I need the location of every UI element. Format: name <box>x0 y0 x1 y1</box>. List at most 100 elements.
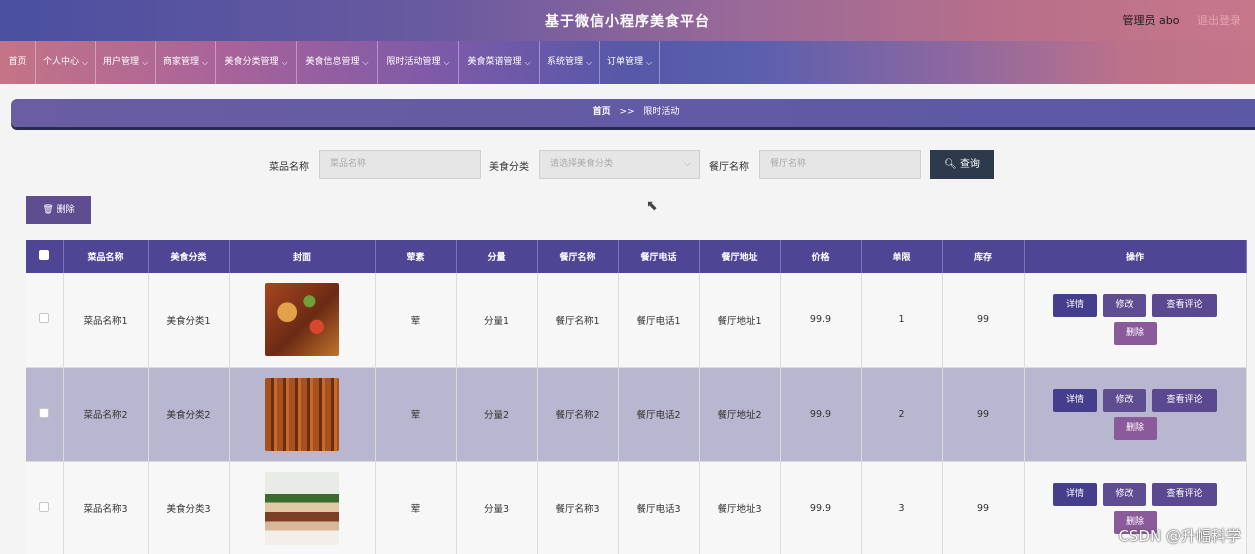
chevron-down-icon: ⌵ <box>81 58 89 67</box>
chevron-down-icon: ⌵ <box>281 58 288 67</box>
category-cell: 美食分类3 <box>148 461 230 554</box>
edit-button[interactable]: 修改 <box>1103 482 1146 506</box>
portion-cell: 分量2 <box>456 367 538 462</box>
restaurant-name-input[interactable]: 餐厅名称 <box>759 150 921 179</box>
column-header: 餐厅电话 <box>618 240 700 273</box>
limit-cell: 1 <box>861 273 943 368</box>
nav-item-recipes[interactable]: 美食菜谱管理 ⌵ <box>459 41 540 84</box>
top-header: 基于微信小程序美食平台 管理员 abo 退出登录 <box>0 0 1255 41</box>
search-button[interactable]: 🔍︎ 查询 <box>930 150 994 179</box>
logout-link[interactable]: 退出登录 <box>1197 14 1241 27</box>
column-header: 封面 <box>229 240 376 273</box>
row-select-cell <box>26 273 64 368</box>
table-row: 菜品名称3 美食分类3 荤 分量3 餐厅名称3 餐厅电话3 餐厅地址3 99.9… <box>26 461 1247 554</box>
nav-item-label: 用户管理 <box>102 57 139 67</box>
address-cell: 餐厅地址1 <box>699 273 781 368</box>
nav-item-label: 限时活动管理 <box>386 57 441 67</box>
select-all-cell <box>26 240 64 273</box>
view-reviews-button[interactable]: 查看评论 <box>1152 294 1217 318</box>
meat-veg-cell: 荤 <box>375 273 457 368</box>
cover-cell <box>229 273 376 368</box>
nav-item-label: 美食分类管理 <box>224 57 279 67</box>
nav-item-label: 美食信息管理 <box>305 57 360 67</box>
search-icon: 🔍︎ <box>944 159 960 170</box>
portion-cell: 分量3 <box>456 461 538 554</box>
chevron-down-icon: ⌵ <box>443 58 450 67</box>
restaurant-name-placeholder: 餐厅名称 <box>770 159 807 169</box>
nav-item-home[interactable]: 首页 <box>0 41 36 84</box>
restaurant-name-label: 餐厅名称 <box>709 162 749 173</box>
stock-cell: 99 <box>942 367 1025 462</box>
column-header: 单限 <box>861 240 943 273</box>
portion-cell: 分量1 <box>456 273 538 368</box>
nav-item-personal[interactable]: 个人中心 ⌵ <box>36 41 96 84</box>
chevron-down-icon: ⌵ <box>141 58 149 67</box>
edit-button[interactable]: 修改 <box>1103 388 1146 412</box>
edit-button[interactable]: 修改 <box>1103 294 1146 318</box>
bulk-delete-button[interactable]: 🗑︎ 删除 <box>26 196 91 224</box>
dish-name-label: 菜品名称 <box>269 162 309 173</box>
table-header-row: 菜品名称 美食分类 封面 荤素 分量 餐厅名称 餐厅电话 餐厅地址 价格 单限 … <box>26 240 1247 273</box>
detail-button[interactable]: 详情 <box>1053 294 1097 318</box>
restaurant-cell: 餐厅名称1 <box>537 273 619 368</box>
stock-cell: 99 <box>942 273 1025 368</box>
trash-icon: 🗑︎ <box>42 205 57 215</box>
view-reviews-button[interactable]: 查看评论 <box>1152 388 1217 412</box>
limit-cell: 2 <box>861 367 943 462</box>
row-checkbox[interactable] <box>39 501 50 512</box>
meat-veg-cell: 荤 <box>375 367 457 462</box>
column-header: 餐厅名称 <box>537 240 619 273</box>
row-select-cell <box>26 461 64 554</box>
breadcrumb-separator: >> <box>619 107 635 117</box>
column-header: 荤素 <box>375 240 457 273</box>
mouse-cursor-icon: ⬉ <box>646 198 658 214</box>
nav-item-label: 首页 <box>8 57 27 67</box>
table-row: 菜品名称2 美食分类2 荤 分量2 餐厅名称2 餐厅电话2 餐厅地址2 99.9… <box>26 367 1247 462</box>
address-cell: 餐厅地址3 <box>699 461 781 554</box>
nav-item-label: 商家管理 <box>162 57 199 67</box>
detail-button[interactable]: 详情 <box>1053 388 1097 412</box>
delete-button[interactable]: 删除 <box>1113 322 1157 346</box>
dish-name-input[interactable]: 菜品名称 <box>319 150 481 179</box>
restaurant-cell: 餐厅名称3 <box>537 461 619 554</box>
bulk-delete-label: 删除 <box>56 205 75 215</box>
select-all-checkbox[interactable] <box>39 250 50 260</box>
delete-button[interactable]: 删除 <box>1113 416 1157 440</box>
chevron-down-icon: ⌵ <box>524 58 531 67</box>
breadcrumb-home[interactable]: 首页 <box>593 107 611 117</box>
chevron-down-icon: ⌵ <box>362 58 369 67</box>
nav-item-food-info[interactable]: 美食信息管理 ⌵ <box>297 41 378 84</box>
phone-cell: 餐厅电话3 <box>618 461 700 554</box>
nav-item-users[interactable]: 用户管理 ⌵ <box>96 41 156 84</box>
address-cell: 餐厅地址2 <box>699 367 781 462</box>
detail-button[interactable]: 详情 <box>1053 482 1097 506</box>
nav-item-flash-sale[interactable]: 限时活动管理 ⌵ <box>378 41 459 84</box>
view-reviews-button[interactable]: 查看评论 <box>1152 482 1217 506</box>
food-category-select[interactable]: 请选择美食分类 ⌵ <box>539 150 700 179</box>
current-user: 管理员 abo <box>1122 14 1180 27</box>
nav-item-food-category[interactable]: 美食分类管理 ⌵ <box>216 41 297 84</box>
restaurant-cell: 餐厅名称2 <box>537 367 619 462</box>
nav-item-system[interactable]: 系统管理 ⌵ <box>540 41 600 84</box>
breadcrumb-current: 限时活动 <box>643 107 680 117</box>
phone-cell: 餐厅电话1 <box>618 273 700 368</box>
row-checkbox[interactable] <box>39 313 50 324</box>
category-cell: 美食分类1 <box>148 273 230 368</box>
food-category-placeholder: 请选择美食分类 <box>550 159 614 169</box>
category-cell: 美食分类2 <box>148 367 230 462</box>
watermark: CSDN @升幅科学 <box>1118 527 1241 545</box>
main-nav: 首页 个人中心 ⌵ 用户管理 ⌵ 商家管理 ⌵ 美食分类管理 ⌵ 美食信息管理 ⌵ 限时活… <box>0 41 1255 84</box>
table-row: 菜品名称1 美食分类1 荤 分量1 餐厅名称1 餐厅电话1 餐厅地址1 99.9… <box>26 273 1247 368</box>
nav-item-merchants[interactable]: 商家管理 ⌵ <box>156 41 216 84</box>
nav-item-label: 订单管理 <box>606 57 643 67</box>
column-header: 菜品名称 <box>63 240 149 273</box>
dish-name-cell: 菜品名称2 <box>63 367 149 462</box>
row-checkbox[interactable] <box>39 407 50 418</box>
column-header: 价格 <box>780 240 862 273</box>
price-cell: 99.9 <box>780 367 862 462</box>
cover-image <box>265 283 339 357</box>
nav-item-orders[interactable]: 订单管理 ⌵ <box>600 41 660 84</box>
search-button-label: 查询 <box>959 159 980 170</box>
site-title: 基于微信小程序美食平台 <box>545 14 710 30</box>
chevron-down-icon: ⌵ <box>684 159 691 169</box>
